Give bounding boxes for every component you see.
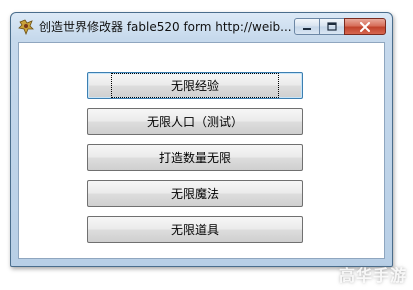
unlimited-population-button[interactable]: 无限人口（测试） <box>87 108 303 135</box>
button-label: 无限人口（测试） <box>146 115 243 129</box>
close-icon <box>360 21 370 32</box>
app-window: 创造世界修改器 fable520 form http://weib... 无限经… <box>10 12 393 267</box>
close-button[interactable] <box>344 18 386 35</box>
maximize-icon <box>327 22 337 31</box>
unlimited-craft-count-button[interactable]: 打造数量无限 <box>87 144 303 171</box>
maximize-button[interactable] <box>319 18 345 35</box>
unlimited-magic-button[interactable]: 无限魔法 <box>87 180 303 207</box>
client-area: 无限经验 无限人口（测试） 打造数量无限 无限魔法 无限道具 <box>18 42 385 259</box>
caption-buttons <box>294 18 386 36</box>
button-label: 无限道具 <box>170 223 219 237</box>
button-label: 无限经验 <box>110 73 280 98</box>
button-label: 打造数量无限 <box>158 151 231 165</box>
minimize-icon <box>303 27 311 30</box>
minimize-button[interactable] <box>294 18 320 35</box>
unlimited-exp-button[interactable]: 无限经验 <box>87 72 303 99</box>
window-title: 创造世界修改器 fable520 form http://weib... <box>39 20 292 34</box>
watermark: 高华手游 <box>338 266 407 285</box>
app-icon <box>18 19 34 35</box>
button-label: 无限魔法 <box>170 187 219 201</box>
unlimited-items-button[interactable]: 无限道具 <box>87 216 303 243</box>
title-bar[interactable]: 创造世界修改器 fable520 form http://weib... <box>11 13 392 41</box>
